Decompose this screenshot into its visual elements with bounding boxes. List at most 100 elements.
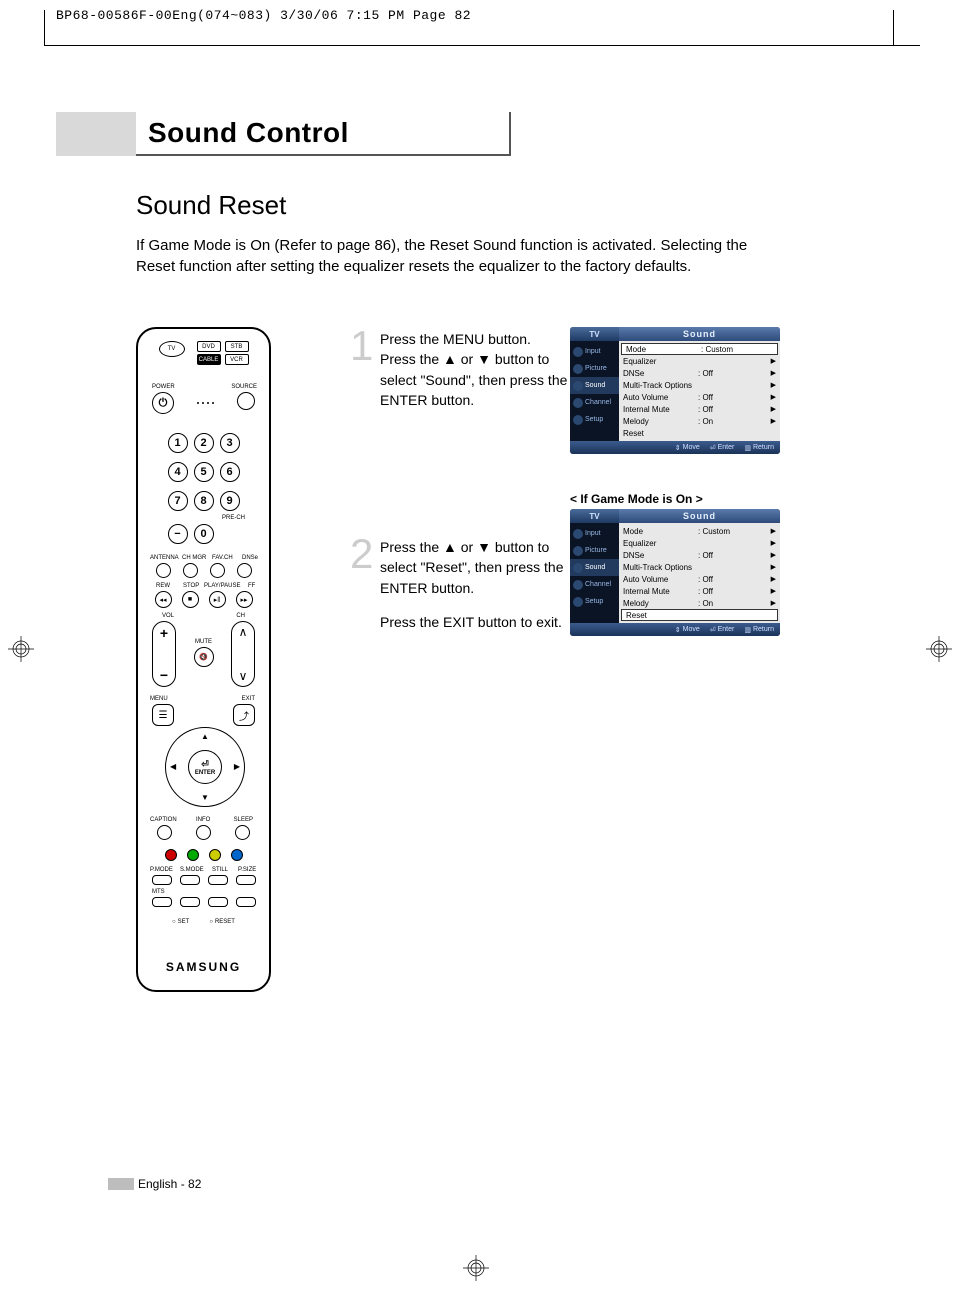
stb-button: STB xyxy=(225,341,249,352)
sleep-btn xyxy=(235,825,250,840)
osd-side-item: Picture xyxy=(570,542,619,559)
psize-label: P.SIZE xyxy=(238,867,256,873)
blank-btn xyxy=(180,897,200,907)
section-title-block: Sound Control xyxy=(56,112,511,156)
brand-logo: SAMSUNG xyxy=(138,960,269,974)
info-btn xyxy=(196,825,211,840)
intro-paragraph: If Game Mode is On (Refer to page 86), t… xyxy=(136,235,786,277)
source-label: SOURCE xyxy=(231,384,257,390)
ch-rocker: ∧∨ xyxy=(231,621,255,687)
osd-row: Mode: Custom xyxy=(621,343,778,355)
ch-label: CH xyxy=(236,613,245,619)
osd-row: Reset xyxy=(621,609,778,621)
osd-caption: < If Game Mode is On > xyxy=(570,492,780,506)
osd-menu-1: TV Sound InputPictureSoundChannelSetup M… xyxy=(570,327,780,454)
registration-mark xyxy=(463,1255,489,1281)
osd-row: Multi-Track Options▶ xyxy=(619,379,780,391)
still-label: STILL xyxy=(212,867,228,873)
vol-label: VOL xyxy=(162,613,174,619)
cable-button: CABLE xyxy=(197,354,221,365)
osd-row: Multi-Track Options▶ xyxy=(619,561,780,573)
osd-side-item: Picture xyxy=(570,360,619,377)
registration-mark xyxy=(8,636,34,662)
num-7: 7 xyxy=(168,491,188,511)
ff-label: FF xyxy=(248,583,255,589)
osd-header-tv: TV xyxy=(570,327,619,341)
power-button: ⏻ xyxy=(152,392,174,414)
dash-button: − xyxy=(168,524,188,544)
num-3: 3 xyxy=(220,433,240,453)
osd-row: Melody: On▶ xyxy=(619,597,780,609)
num-6: 6 xyxy=(220,462,240,482)
smode-label: S.MODE xyxy=(180,867,204,873)
osd-row: DNSe: Off▶ xyxy=(619,367,780,379)
num-9: 9 xyxy=(220,491,240,511)
play-label: PLAY/PAUSE xyxy=(204,583,240,589)
reset-label: RESET xyxy=(215,919,235,925)
step-number: 1 xyxy=(350,327,380,410)
dnse-label: DNSe xyxy=(242,555,258,561)
yellow-btn xyxy=(209,849,221,861)
remote-illustration: TV DVD STB CABLE VCR POWER SOURCE ⏻ xyxy=(136,327,271,992)
blank-btn xyxy=(208,897,228,907)
chmgr-btn xyxy=(183,563,198,578)
pmode-label: P.MODE xyxy=(150,867,173,873)
psize-btn xyxy=(236,875,256,885)
power-label: POWER xyxy=(152,384,175,390)
chmgr-label: CH MGR xyxy=(182,555,206,561)
osd-row: Internal Mute: Off▶ xyxy=(619,585,780,597)
dvd-button: DVD xyxy=(197,341,221,352)
prech-label: PRE-CH xyxy=(222,515,245,521)
crop-mark xyxy=(44,10,45,45)
menu-label: MENU xyxy=(150,696,168,702)
ff-btn: ▸▸ xyxy=(236,591,253,608)
still-btn xyxy=(208,875,228,885)
blue-btn xyxy=(231,849,243,861)
step-text: Press the MENU button. Press the ▲ or ▼ … xyxy=(380,327,570,410)
osd-row: DNSe: Off▶ xyxy=(619,549,780,561)
mute-btn: 🔇 xyxy=(194,647,214,667)
menu-btn: ☰ xyxy=(152,704,174,726)
osd-row: Mode: Custom▶ xyxy=(619,525,780,537)
rew-btn: ◂◂ xyxy=(155,591,172,608)
num-4: 4 xyxy=(168,462,188,482)
dnse-btn xyxy=(237,563,252,578)
doc-header: BP68-00586F-00Eng(074~083) 3/30/06 7:15 … xyxy=(56,8,471,23)
osd-side-item: Setup xyxy=(570,593,619,610)
favch-label: FAV.CH xyxy=(212,555,233,561)
stop-label: STOP xyxy=(183,583,199,589)
section-title: Sound Control xyxy=(136,112,511,156)
favch-btn xyxy=(210,563,225,578)
caption-label: CAPTION xyxy=(150,817,177,823)
osd-row: Internal Mute: Off▶ xyxy=(619,403,780,415)
osd-side-item: Setup xyxy=(570,411,619,428)
subheading: Sound Reset xyxy=(136,190,286,221)
num-0: 0 xyxy=(194,524,214,544)
antenna-btn xyxy=(156,563,171,578)
stop-btn: ■ xyxy=(182,591,199,608)
osd-side-item: Channel xyxy=(570,576,619,593)
mts-btn xyxy=(152,897,172,907)
step-text: Press the ▲ or ▼ button to select "Reset… xyxy=(380,535,570,646)
green-btn xyxy=(187,849,199,861)
registration-mark xyxy=(926,636,952,662)
step-number: 2 xyxy=(350,535,380,646)
osd-header-title: Sound xyxy=(619,327,780,341)
blank-btn xyxy=(236,897,256,907)
exit-label: EXIT xyxy=(242,696,255,702)
osd-side-item: Sound xyxy=(570,377,619,394)
osd-side-item: Channel xyxy=(570,394,619,411)
crop-mark xyxy=(44,45,920,46)
page-number: English - 82 xyxy=(138,1177,201,1191)
osd-menu-2: < If Game Mode is On > TV Sound InputPic… xyxy=(570,492,780,636)
dpad: ⏎ENTER ▲ ▼ ◀ ▶ xyxy=(165,727,245,807)
osd-row: Equalizer▶ xyxy=(619,355,780,367)
rew-label: REW xyxy=(156,583,170,589)
red-btn xyxy=(165,849,177,861)
tv-button: TV xyxy=(159,341,185,357)
osd-side-item: Input xyxy=(570,525,619,542)
num-1: 1 xyxy=(168,433,188,453)
vcr-button: VCR xyxy=(225,354,249,365)
mts-label: MTS xyxy=(152,889,165,895)
info-label: INFO xyxy=(196,817,210,823)
